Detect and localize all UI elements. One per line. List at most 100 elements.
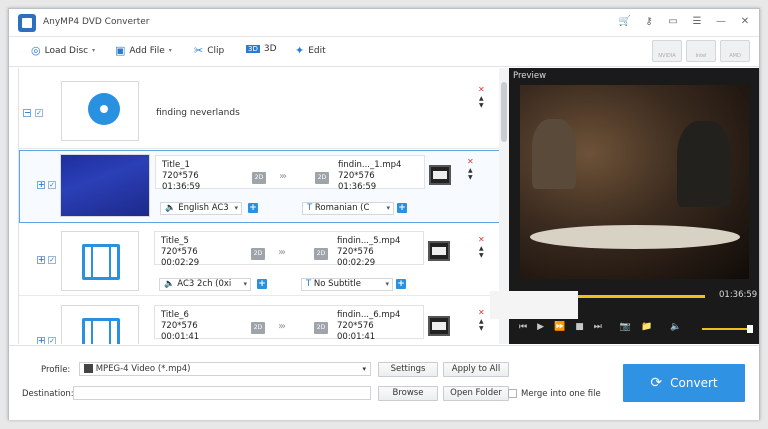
add-audio-button[interactable]: + — [257, 279, 267, 289]
chevron-down-icon: ▾ — [168, 47, 172, 54]
convert-button[interactable]: ⟳ Convert — [623, 364, 745, 402]
load-disc-label: Load Disc — [44, 45, 89, 56]
2d-badge-output: 2D — [314, 322, 328, 334]
collapse-icon[interactable]: − — [23, 109, 31, 117]
chevron-down-icon: ▾ — [243, 280, 247, 288]
fast-forward-icon[interactable]: ⏩ — [554, 322, 565, 332]
add-file-button[interactable]: ▣ Add File ▾ — [115, 44, 172, 57]
output-format-icon[interactable] — [429, 165, 451, 185]
browse-button[interactable]: Browse — [378, 386, 438, 401]
app-logo-icon — [18, 14, 36, 32]
subtitle-select[interactable]: T Romanian (C ▾ — [302, 202, 394, 215]
film-icon — [82, 318, 120, 344]
disc-row[interactable]: − ✓ finding neverlands ✕ ▲ ▼ — [19, 68, 499, 149]
cart-icon[interactable]: 🛒 — [619, 15, 631, 27]
subtitle-icon: T — [307, 203, 313, 213]
output-meta: findin..._5.mp4 720*576 00:02:29 — [337, 236, 400, 269]
title-row-5[interactable]: + ✓ Title_5 720*576 00:02:29 2D ››› 2D f… — [19, 225, 499, 296]
settings-button[interactable]: Settings — [378, 362, 438, 377]
output-format-icon[interactable] — [428, 316, 450, 336]
title-resolution: 720*576 — [161, 247, 198, 257]
destination-label: Destination: — [22, 389, 74, 399]
delete-icon[interactable]: ✕ — [478, 85, 485, 94]
delete-icon[interactable]: ✕ — [478, 235, 485, 244]
subtitle-icon: T — [306, 279, 312, 289]
title-duration: 00:02:29 — [161, 258, 200, 268]
play-icon[interactable]: ▶ — [537, 322, 544, 332]
row-checkbox[interactable]: ✓ — [48, 337, 56, 344]
apply-to-all-button[interactable]: Apply to All — [443, 362, 509, 377]
audio-track-value: English AC3 — [178, 203, 229, 213]
menu-icon[interactable]: ☰ — [691, 15, 703, 27]
video-figure-woman — [532, 119, 576, 189]
clip-label: Clip — [207, 45, 225, 56]
subtitle-select[interactable]: T No Subtitle ▾ — [301, 278, 393, 291]
output-meta: findin..._1.mp4 720*576 01:36:59 — [338, 160, 401, 193]
destination-input[interactable] — [73, 386, 371, 400]
output-format-icon[interactable] — [428, 241, 450, 261]
2d-badge-output: 2D — [315, 172, 329, 184]
title-name: Title_1 — [162, 160, 190, 170]
add-subtitle-button[interactable]: + — [397, 203, 407, 213]
expand-icon[interactable]: + — [37, 256, 45, 264]
minimize-icon[interactable]: — — [715, 15, 727, 27]
title-meta: Title_1 720*576 01:36:59 — [162, 160, 200, 193]
row-checkbox[interactable]: ✓ — [48, 181, 56, 189]
snapshot-icon[interactable]: 📷 — [620, 322, 631, 332]
output-meta: findin..._6.mp4 720*576 00:01:41 — [337, 310, 400, 343]
seek-progress-bar[interactable] — [575, 295, 705, 298]
app-title: AnyMP4 DVD Converter — [43, 17, 150, 27]
disc-name: finding neverlands — [156, 108, 240, 118]
convert-arrows-icon: ››› — [279, 171, 287, 182]
delete-icon[interactable]: ✕ — [478, 308, 485, 317]
chat-icon[interactable]: ▭ — [667, 15, 679, 27]
stop-icon[interactable]: ■ — [575, 322, 584, 332]
video-table — [530, 225, 740, 249]
profile-select[interactable]: MPEG-4 Video (*.mp4) ▾ — [79, 362, 371, 376]
title-resolution: 720*576 — [162, 171, 199, 181]
row-checkbox[interactable]: ✓ — [35, 109, 43, 117]
magic-wand-icon: ✦ — [295, 44, 305, 57]
disc-thumbnail — [61, 81, 139, 141]
next-icon[interactable]: ⏭ — [594, 322, 602, 332]
move-down-icon[interactable]: ▼ — [468, 175, 473, 181]
add-audio-button[interactable]: + — [248, 203, 258, 213]
2d-badge: 2D — [251, 248, 265, 260]
merge-checkbox[interactable] — [508, 389, 517, 398]
audio-track-select[interactable]: 🔈 English AC3 ▾ — [160, 202, 242, 215]
title-row-6[interactable]: + ✓ Title_6 720*576 00:01:41 2D ››› 2D f… — [19, 298, 499, 344]
load-disc-button[interactable]: ◎ Load Disc ▾ — [31, 44, 95, 57]
move-down-icon[interactable]: ▼ — [479, 326, 484, 332]
speaker-icon: 🔈 — [164, 279, 175, 289]
volume-slider[interactable] — [702, 325, 753, 333]
convert-label: Convert — [670, 376, 718, 390]
convert-icon: ⟳ — [650, 375, 663, 391]
scissors-icon: ✂ — [194, 44, 204, 57]
open-folder-button[interactable]: Open Folder — [443, 386, 509, 401]
dvd-disc-icon — [88, 93, 120, 125]
file-list: − ✓ finding neverlands ✕ ▲ ▼ + ✓ Title_1… — [18, 68, 499, 344]
move-down-icon[interactable]: ▼ — [479, 103, 484, 109]
video-thumbnail — [61, 305, 139, 344]
previous-icon[interactable]: ⏮ — [519, 322, 527, 332]
audio-track-select[interactable]: 🔈 AC3 2ch (0xi ▾ — [159, 278, 251, 291]
key-icon[interactable]: ⚷ — [643, 15, 655, 27]
scrollbar-thumb[interactable] — [501, 82, 507, 142]
close-icon[interactable]: ✕ — [739, 15, 751, 27]
expand-icon[interactable]: + — [37, 337, 45, 344]
expand-icon[interactable]: + — [37, 181, 45, 189]
add-subtitle-button[interactable]: + — [396, 279, 406, 289]
move-down-icon[interactable]: ▼ — [479, 253, 484, 259]
preview-time: 01:36:59 — [719, 290, 758, 300]
subtitle-value: No Subtitle — [313, 279, 361, 289]
edit-button[interactable]: ✦ Edit — [295, 44, 326, 57]
3d-button[interactable]: 3D 3D — [246, 44, 277, 54]
output-resolution: 720*576 — [338, 171, 375, 181]
clip-button[interactable]: ✂ Clip — [194, 44, 224, 57]
output-filename: findin..._1.mp4 — [338, 160, 402, 170]
folder-icon[interactable]: 📁 — [641, 322, 652, 332]
title-row-1[interactable]: + ✓ Title_1 720*576 01:36:59 2D ››› 2D f… — [19, 150, 499, 223]
row-checkbox[interactable]: ✓ — [48, 256, 56, 264]
delete-icon[interactable]: ✕ — [467, 157, 474, 166]
volume-icon[interactable]: 🔈 — [670, 322, 681, 332]
